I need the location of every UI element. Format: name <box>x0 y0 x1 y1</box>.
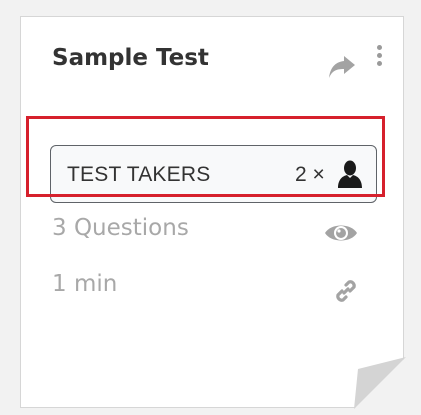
duration: 1 min <box>52 271 118 297</box>
card-title: Sample Test <box>52 45 209 71</box>
share-icon[interactable] <box>327 54 357 80</box>
test-card[interactable]: Sample Test TEST TAKERS 2 × 3 Questions … <box>20 16 406 409</box>
highlight-box <box>26 116 385 197</box>
eye-icon[interactable] <box>323 220 359 246</box>
page-curl-corner <box>354 357 406 409</box>
link-icon[interactable] <box>331 276 361 306</box>
more-vertical-icon[interactable] <box>371 45 387 75</box>
questions-count: 3 Questions <box>52 215 189 241</box>
